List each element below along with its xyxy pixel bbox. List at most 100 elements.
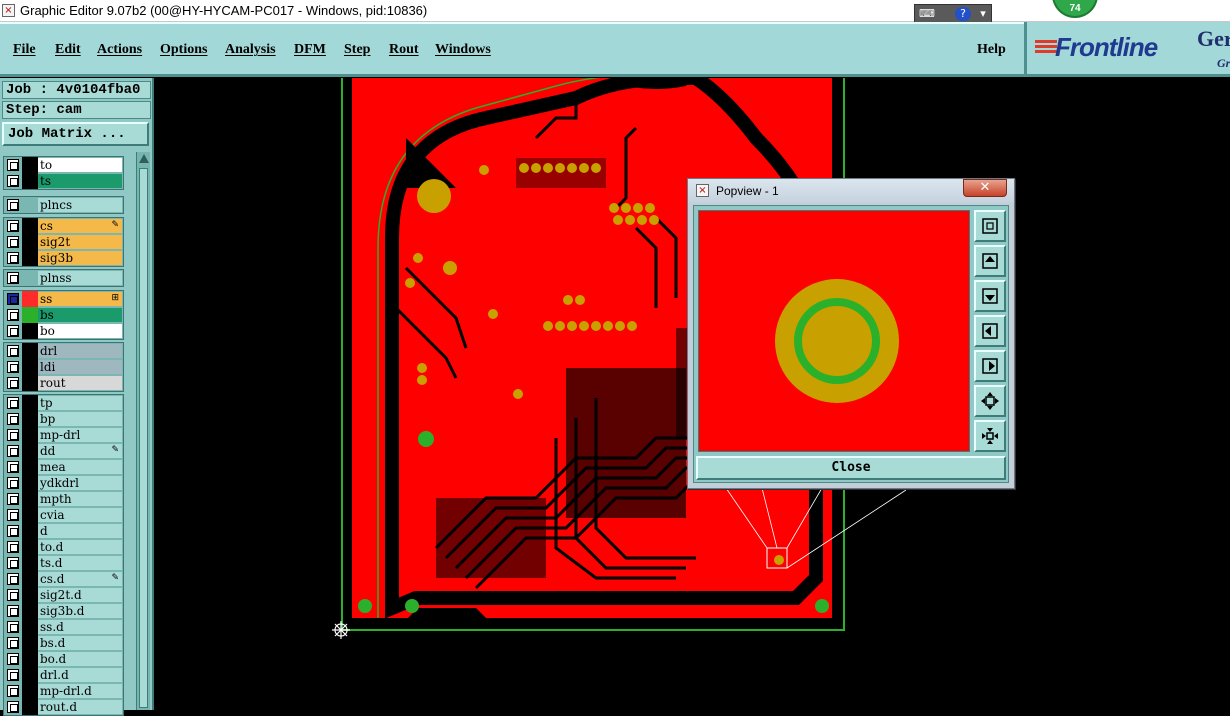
- layer-row[interactable]: cs ✎: [4, 218, 123, 234]
- layer-checkbox[interactable]: [7, 293, 19, 305]
- layer-name[interactable]: tp: [38, 396, 122, 410]
- layer-name[interactable]: mp-drl: [38, 428, 122, 442]
- scroll-thumb[interactable]: [139, 168, 148, 708]
- layer-checkbox[interactable]: [7, 361, 19, 373]
- layer-name[interactable]: to: [38, 158, 122, 172]
- layer-checkbox[interactable]: [7, 199, 19, 211]
- layer-color-swatch[interactable]: [22, 443, 38, 459]
- layer-name[interactable]: mp-drl.d: [38, 684, 122, 698]
- layer-row[interactable]: ss ⊞: [4, 291, 123, 307]
- layer-color-swatch[interactable]: [22, 173, 38, 189]
- layer-row[interactable]: ldi: [4, 359, 123, 375]
- zoom-out-icon[interactable]: [974, 385, 1006, 417]
- layer-checkbox[interactable]: [7, 252, 19, 264]
- layer-row[interactable]: ss.d: [4, 619, 123, 635]
- pan-up-icon[interactable]: [974, 245, 1006, 277]
- layer-color-swatch[interactable]: [22, 157, 38, 173]
- layer-name[interactable]: sig2t.d: [38, 588, 122, 602]
- layer-checkbox[interactable]: [7, 272, 19, 284]
- layer-row[interactable]: cs.d ✎: [4, 571, 123, 587]
- layer-row[interactable]: to: [4, 157, 123, 173]
- layer-checkbox[interactable]: [7, 653, 19, 665]
- layer-color-swatch[interactable]: [22, 459, 38, 475]
- pan-down-icon[interactable]: [974, 280, 1006, 312]
- layer-row[interactable]: ts: [4, 173, 123, 189]
- layer-checkbox[interactable]: [7, 445, 19, 457]
- layer-name[interactable]: bo.d: [38, 652, 122, 666]
- menu-step[interactable]: Step: [344, 42, 370, 58]
- menu-dfm[interactable]: DFM: [294, 42, 326, 58]
- pan-right-icon[interactable]: [974, 350, 1006, 382]
- menu-help[interactable]: Help: [977, 42, 1006, 58]
- layer-color-swatch[interactable]: [22, 603, 38, 619]
- layer-color-swatch[interactable]: [22, 411, 38, 427]
- layer-color-swatch[interactable]: [22, 699, 38, 715]
- layer-color-swatch[interactable]: [22, 197, 38, 213]
- layer-row[interactable]: mpth: [4, 491, 123, 507]
- keyboard-icon[interactable]: ⌨: [919, 7, 935, 21]
- layer-checkbox[interactable]: [7, 573, 19, 585]
- layer-color-swatch[interactable]: [22, 375, 38, 391]
- layer-checkbox[interactable]: [7, 541, 19, 553]
- menu-options[interactable]: Options: [160, 42, 207, 58]
- layer-color-swatch[interactable]: [22, 250, 38, 266]
- layer-checkbox[interactable]: [7, 701, 19, 713]
- layer-name[interactable]: bs: [38, 308, 122, 322]
- layer-checkbox[interactable]: [7, 477, 19, 489]
- zoom-in-icon[interactable]: [974, 420, 1006, 452]
- layer-checkbox[interactable]: [7, 159, 19, 171]
- layer-row[interactable]: mp-drl.d: [4, 683, 123, 699]
- layer-row[interactable]: ts.d: [4, 555, 123, 571]
- layer-color-swatch[interactable]: [22, 218, 38, 234]
- layer-checkbox[interactable]: [7, 493, 19, 505]
- layer-checkbox[interactable]: [7, 309, 19, 321]
- layer-row[interactable]: drl.d: [4, 667, 123, 683]
- layer-row[interactable]: dd ✎: [4, 443, 123, 459]
- layer-name[interactable]: cs ✎: [38, 219, 122, 233]
- layer-checkbox[interactable]: [7, 413, 19, 425]
- layer-color-swatch[interactable]: [22, 323, 38, 339]
- menu-file[interactable]: File: [13, 42, 36, 58]
- layer-name[interactable]: sig3b.d: [38, 604, 122, 618]
- layer-row[interactable]: ydkdrl: [4, 475, 123, 491]
- menu-edit[interactable]: Edit: [55, 42, 81, 58]
- layer-checkbox[interactable]: [7, 220, 19, 232]
- layer-name[interactable]: ts.d: [38, 556, 122, 570]
- layer-row[interactable]: d: [4, 523, 123, 539]
- layer-row[interactable]: sig2t: [4, 234, 123, 250]
- layer-name[interactable]: drl: [38, 344, 122, 358]
- layer-name[interactable]: ldi: [38, 360, 122, 374]
- layer-name[interactable]: plncs: [38, 198, 122, 212]
- layer-checkbox[interactable]: [7, 175, 19, 187]
- layer-checkbox[interactable]: [7, 397, 19, 409]
- layer-row[interactable]: tp: [4, 395, 123, 411]
- layer-color-swatch[interactable]: [22, 507, 38, 523]
- layer-row[interactable]: rout: [4, 375, 123, 391]
- layer-checkbox[interactable]: [7, 605, 19, 617]
- layer-name[interactable]: ss.d: [38, 620, 122, 634]
- layer-color-swatch[interactable]: [22, 683, 38, 699]
- layer-color-swatch[interactable]: [22, 667, 38, 683]
- layer-name[interactable]: ydkdrl: [38, 476, 122, 490]
- layer-color-swatch[interactable]: [22, 359, 38, 375]
- layer-row[interactable]: sig2t.d: [4, 587, 123, 603]
- menu-actions[interactable]: Actions: [97, 42, 142, 58]
- layer-row[interactable]: drl: [4, 343, 123, 359]
- layer-color-swatch[interactable]: [22, 270, 38, 286]
- menu-analysis[interactable]: Analysis: [225, 42, 276, 58]
- layer-name[interactable]: rout.d: [38, 700, 122, 714]
- layer-name[interactable]: dd ✎: [38, 444, 122, 458]
- layer-row[interactable]: sig3b: [4, 250, 123, 266]
- layer-color-swatch[interactable]: [22, 491, 38, 507]
- popview-titlebar[interactable]: × Popview - 1 ✕: [688, 179, 1014, 203]
- layer-scrollbar[interactable]: [136, 152, 150, 710]
- layer-checkbox[interactable]: [7, 669, 19, 681]
- popview-close-icon[interactable]: ✕: [963, 179, 1007, 197]
- layer-checkbox[interactable]: [7, 461, 19, 473]
- layer-name[interactable]: ts: [38, 174, 122, 188]
- layer-color-swatch[interactable]: [22, 307, 38, 323]
- layer-name[interactable]: cs.d ✎: [38, 572, 122, 586]
- layer-checkbox[interactable]: [7, 685, 19, 697]
- layer-checkbox[interactable]: [7, 429, 19, 441]
- layer-row[interactable]: bo: [4, 323, 123, 339]
